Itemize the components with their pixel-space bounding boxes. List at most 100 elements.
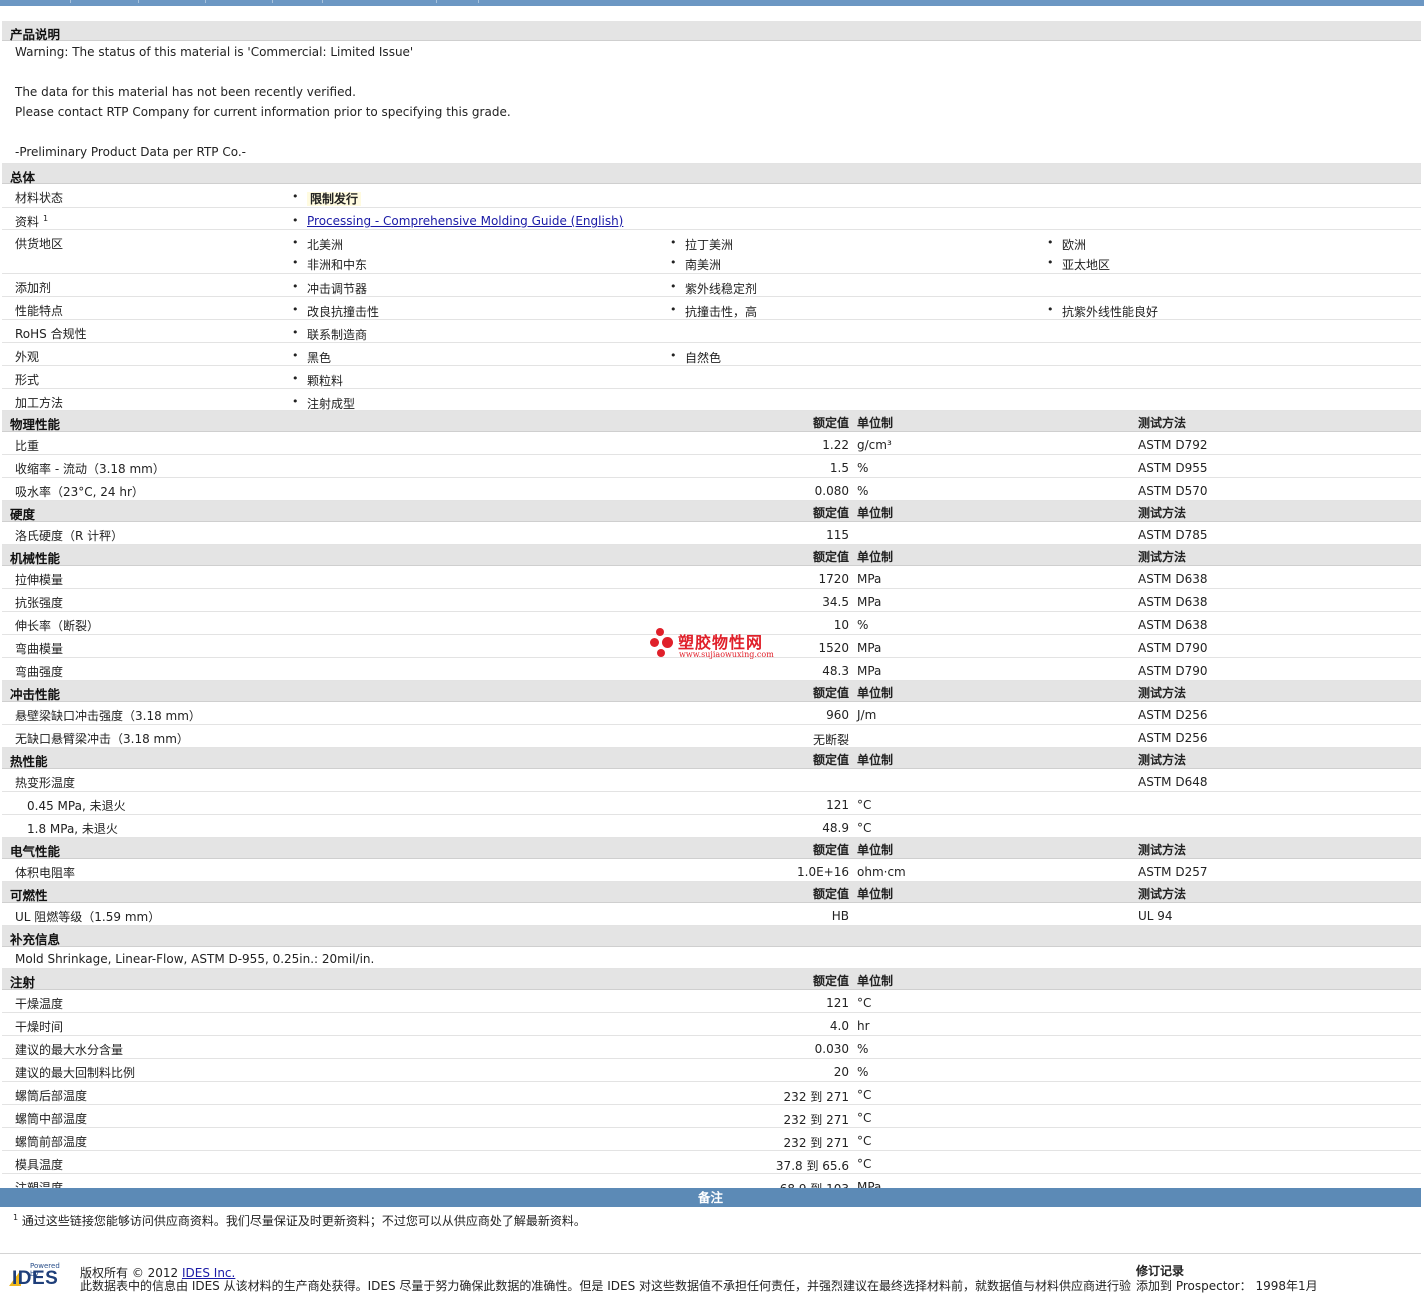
section-title: 机械性能 xyxy=(10,551,61,566)
property-test-method: ASTM D790 xyxy=(1138,664,1208,678)
section-header: 可燃性 额定值 单位制 测试方法 xyxy=(2,882,1421,903)
property-row: 建议的最大水分含量 0.030% xyxy=(2,1036,1421,1059)
general-value-item[interactable]: Processing - Comprehensive Molding Guide… xyxy=(292,214,623,228)
watermark-logo-dot xyxy=(662,637,673,648)
general-value-text: 限制发行 xyxy=(307,192,362,206)
description-line: Please contact RTP Company for current i… xyxy=(15,105,511,119)
general-value-text: 亚太地区 xyxy=(1062,258,1111,272)
property-test-method: ASTM D638 xyxy=(1138,572,1208,586)
processing-guide-link[interactable]: Processing - Comprehensive Molding Guide… xyxy=(307,214,623,228)
property-unit: % xyxy=(857,1042,869,1056)
general-value-item: 欧洲 xyxy=(1047,236,1087,253)
property-test-method: ASTM D256 xyxy=(1138,731,1208,745)
description-line: The data for this material has not been … xyxy=(15,85,356,99)
datasheet: 产品说明 Warning: The status of this material… xyxy=(2,21,1421,1197)
general-value-item: 抗撞击性，高 xyxy=(670,303,757,320)
general-value-item: 北美洲 xyxy=(292,236,343,253)
general-value-item: 非洲和中东 xyxy=(292,256,367,273)
property-value: 1720 xyxy=(818,572,849,586)
property-row: 体积电阻率 1.0E+16 ohm·cm ASTM D257 xyxy=(2,859,1421,882)
property-unit: MPa xyxy=(857,595,882,609)
footnote-text: 通过这些链接您能够访问供应商资料。我们尽量保证及时更新资料；不过您可以从供应商处… xyxy=(21,1214,586,1228)
property-value: 1.0E+16 xyxy=(797,865,849,879)
property-row: 螺筒前部温度 232 到 271 °C xyxy=(2,1128,1421,1151)
property-value: 20 xyxy=(833,1065,849,1079)
property-value: 232 到 271 xyxy=(783,1113,849,1127)
general-label: 供货地区 xyxy=(15,235,63,252)
general-value-text: 拉丁美洲 xyxy=(685,238,734,252)
property-label: 拉伸模量 xyxy=(15,573,64,587)
general-value-item: 注射成型 xyxy=(292,395,355,412)
property-label: 弯曲模量 xyxy=(15,642,64,656)
column-header-test: 测试方法 xyxy=(1138,550,1187,564)
top-bar-divider xyxy=(138,0,139,3)
top-bar-divider xyxy=(205,0,206,3)
section-header: 物理性能 额定值 单位制 测试方法 xyxy=(2,411,1421,432)
general-label-text: 供货地区 xyxy=(15,237,64,251)
description-line: Warning: The status of this material is … xyxy=(15,45,414,59)
general-row: 添加剂 冲击调节器 紫外线稳定剂 xyxy=(2,274,1421,297)
general-label: 材料状态 xyxy=(15,189,63,206)
remarks-header: 备注 xyxy=(0,1188,1421,1207)
property-value: 115 xyxy=(826,528,849,542)
section-header: 总体 xyxy=(2,164,1421,185)
column-header-unit: 单位制 xyxy=(857,974,894,988)
section-header: 注射 额定值 单位制 xyxy=(2,969,1421,990)
section-title: 热性能 xyxy=(10,754,48,769)
property-row: 热变形温度 ASTM D648 xyxy=(2,769,1421,792)
remarks-footnote: 1 通过这些链接您能够访问供应商资料。我们尽量保证及时更新资料；不过您可以从供应… xyxy=(13,1212,586,1229)
property-label: 抗张强度 xyxy=(15,596,64,610)
disclaimer-text: 此数据表中的信息由 IDES 从该材料的生产商处获得。IDES 尽量于努力确保此… xyxy=(80,1279,1132,1293)
general-value-text: 欧洲 xyxy=(1062,238,1087,252)
property-value: 232 到 271 xyxy=(783,1090,849,1104)
property-test-method: ASTM D648 xyxy=(1138,775,1208,789)
column-header-unit: 单位制 xyxy=(857,686,894,700)
property-value: 1.5 xyxy=(829,461,849,475)
general-value-item: 限制发行 xyxy=(292,190,362,207)
column-header-unit: 单位制 xyxy=(857,753,894,767)
property-row: 1.8 MPa, 未退火 48.9 °C xyxy=(2,815,1421,838)
property-label: 干燥温度 xyxy=(15,997,64,1011)
general-row: 供货地区 北美洲 拉丁美洲 欧洲非洲和中东 南美洲 亚太地区 xyxy=(2,230,1421,274)
watermark: 塑胶物性网 www.sujiaowuxing.com xyxy=(648,626,788,662)
property-test-method: ASTM D790 xyxy=(1138,641,1208,655)
property-row: 螺筒后部温度 232 到 271 °C xyxy=(2,1082,1421,1105)
column-header-value: 额定值 xyxy=(812,887,849,901)
property-unit: % xyxy=(857,461,869,475)
property-value: 960 xyxy=(826,708,849,722)
property-unit: °C xyxy=(857,1157,872,1171)
section-header: 电气性能 额定值 单位制 测试方法 xyxy=(2,838,1421,859)
property-value: 37.8 到 65.6 xyxy=(775,1159,849,1173)
column-header-test: 测试方法 xyxy=(1138,843,1187,857)
general-value-item: 颗粒料 xyxy=(292,372,343,389)
column-header-value: 额定值 xyxy=(812,843,849,857)
property-test-method: ASTM D638 xyxy=(1138,595,1208,609)
property-test-method: UL 94 xyxy=(1138,909,1173,923)
general-label-text: 加工方法 xyxy=(15,396,64,410)
property-row: 吸水率（23°C, 24 hr） 0.080% ASTM D570 xyxy=(2,478,1421,501)
watermark-url: www.sujiaowuxing.com xyxy=(679,650,774,659)
general-value-item: 南美洲 xyxy=(670,256,722,273)
property-value: 232 到 271 xyxy=(783,1136,849,1150)
column-header-test: 测试方法 xyxy=(1138,686,1187,700)
property-row: 建议的最大回制料比例 20% xyxy=(2,1059,1421,1082)
property-value: 1.22 xyxy=(822,438,849,452)
general-row: RoHS 合规性 联系制造商 xyxy=(2,320,1421,343)
general-value-item: 亚太地区 xyxy=(1047,256,1111,273)
property-unit: g/cm³ xyxy=(857,438,892,452)
property-value: 1520 xyxy=(818,641,849,655)
property-label: 螺筒中部温度 xyxy=(15,1112,88,1126)
ides-logo[interactable]: Powered by IDES xyxy=(8,1262,70,1289)
general-label-text: RoHS 合规性 xyxy=(15,327,87,341)
general-row: 形式 颗粒料 xyxy=(2,366,1421,389)
section-title: 电气性能 xyxy=(10,844,61,859)
property-label: UL 阻燃等级（1.59 mm） xyxy=(15,910,161,924)
general-value-text: 自然色 xyxy=(685,351,722,365)
general-value-text: 南美洲 xyxy=(685,258,722,272)
property-label: 建议的最大水分含量 xyxy=(15,1043,124,1057)
general-label: 形式 xyxy=(15,371,39,388)
general-row: 资料1 Processing - Comprehensive Molding Gu… xyxy=(2,208,1421,230)
section-title: 硬度 xyxy=(10,507,36,522)
top-bar-divider xyxy=(322,0,323,3)
general-value-item: 自然色 xyxy=(670,349,722,366)
